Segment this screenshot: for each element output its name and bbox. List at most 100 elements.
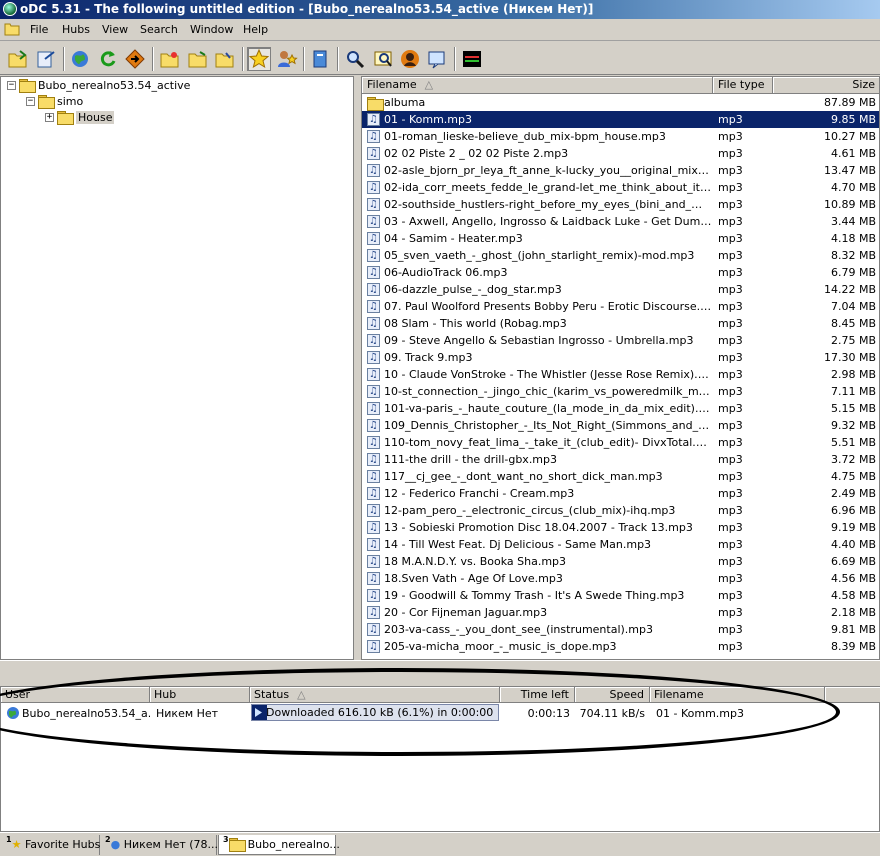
audio-file-icon [367, 587, 380, 604]
column-header-speed[interactable]: Speed [575, 687, 650, 703]
file-list[interactable]: Filename△ File type Size albuma 87.89 MB 0… [361, 76, 880, 660]
file-row[interactable]: 14 - Till West Feat. Dj Delicious - Same… [362, 536, 879, 553]
file-row[interactable]: 01-roman_lieske-believe_dub_mix-bpm_hous… [362, 128, 879, 145]
avatar-icon[interactable] [398, 47, 422, 71]
file-name: 09 - Steve Angello & Sebastian Ingrosso … [384, 334, 694, 347]
transfer-list[interactable]: User Hub Status △ Time left Speed Filenam… [0, 686, 880, 832]
file-row[interactable]: 13 - Sobieski Promotion Disc 18.04.2007 … [362, 519, 879, 536]
file-row[interactable]: 203-va-cass_-_you_dont_see_(instrumental… [362, 621, 879, 638]
file-row[interactable]: 12 - Federico Franchi - Cream.mp3 mp3 2.49… [362, 485, 879, 502]
tab-favorite-hubs[interactable]: 1★ Favorite Hubs [2, 835, 100, 855]
file-row[interactable]: 19 - Goodwill & Tommy Trash - It's A Swe… [362, 587, 879, 604]
file-row[interactable]: 205-va-micha_moor_-_music_is_dope.mp3 mp3… [362, 638, 879, 655]
column-header-filename[interactable]: Filename △ [362, 77, 713, 94]
file-type: mp3 [718, 385, 743, 398]
file-row[interactable]: 110-tom_novy_feat_lima_-_take_it_(club_e… [362, 434, 879, 451]
menu-search[interactable]: Search [140, 23, 178, 36]
file-name: 205-va-micha_moor_-_music_is_dope.mp3 [384, 640, 617, 653]
file-row[interactable]: 18 M.A.N.D.Y. vs. Booka Sha.mp3 mp3 6.69 M… [362, 553, 879, 570]
tree-node-root[interactable]: − Bubo_nerealno53.54_active [7, 77, 190, 93]
spy-icon[interactable] [371, 47, 395, 71]
network-stats-icon[interactable] [460, 47, 484, 71]
audio-file-icon [367, 179, 380, 196]
column-header-size[interactable]: Size [773, 77, 879, 94]
file-name: 10-st_connection_-_jingo_chic_(karim_vs_… [384, 385, 712, 398]
folder-row[interactable]: albuma 87.89 MB [362, 94, 879, 111]
public-hubs-icon[interactable] [68, 47, 92, 71]
favorite-users-icon[interactable] [275, 47, 299, 71]
queue-icon[interactable] [308, 47, 332, 71]
tab-hub[interactable]: 2● Никем Нет (78... [101, 835, 218, 855]
file-row[interactable]: 04 - Samim - Heater.mp3 mp3 4.18 MB [362, 230, 879, 247]
column-header-filetype[interactable]: File type [713, 77, 773, 94]
menu-file[interactable]: File [30, 23, 48, 36]
file-row[interactable]: 02-asle_bjorn_pr_leya_ft_anne_k-lucky_yo… [362, 162, 879, 179]
file-type: mp3 [718, 249, 743, 262]
file-row[interactable]: 03 - Axwell, Angello, Ingrosso & Laidbac… [362, 213, 879, 230]
open-folder-icon[interactable] [158, 47, 182, 71]
file-row[interactable]: 06-dazzle_pulse_-_dog_star.mp3 mp3 14.22 M… [362, 281, 879, 298]
file-type: mp3 [718, 283, 743, 296]
column-header-hub[interactable]: Hub [150, 687, 250, 703]
notepad-icon[interactable] [425, 47, 449, 71]
open-file-list-icon[interactable] [186, 47, 210, 71]
file-row[interactable]: 09 - Steve Angello & Sebastian Ingrosso … [362, 332, 879, 349]
app-icon[interactable] [3, 2, 17, 16]
search-icon[interactable] [343, 47, 367, 71]
file-row[interactable]: 01 - Komm.mp3 mp3 9.85 MB [362, 111, 879, 128]
horizontal-splitter[interactable] [0, 660, 880, 685]
file-type: mp3 [718, 487, 743, 500]
file-row[interactable]: 18.Sven Vath - Age Of Love.mp3 mp3 4.56 MB [362, 570, 879, 587]
menu-help[interactable]: Help [243, 23, 268, 36]
file-row[interactable]: 02-southside_hustlers-right_before_my_ey… [362, 196, 879, 213]
menu-window[interactable]: Window [190, 23, 233, 36]
file-size: 10.27 MB [823, 130, 876, 143]
file-row[interactable]: 10-st_connection_-_jingo_chic_(karim_vs_… [362, 383, 879, 400]
file-row[interactable]: 12-pam_pero_-_electronic_circus_(club_mi… [362, 502, 879, 519]
menu-view[interactable]: View [102, 23, 128, 36]
column-header-status[interactable]: Status △ [250, 687, 500, 703]
transfer-filename: 01 - Komm.mp3 [656, 707, 744, 720]
favorite-hubs-icon[interactable] [247, 47, 271, 71]
file-row[interactable]: 08 Slam - This world (Robag.mp3 mp3 8.45 M… [362, 315, 879, 332]
column-header-transfer-filename[interactable]: Filename [650, 687, 825, 703]
tree-node-simo[interactable]: − simo [26, 93, 83, 109]
file-name: 06-dazzle_pulse_-_dog_star.mp3 [384, 283, 562, 296]
column-header-user[interactable]: User [1, 687, 150, 703]
audio-file-icon [367, 111, 380, 128]
tab-file-list[interactable]: 3 Bubo_nerealno... [218, 835, 340, 855]
child-window-icon[interactable] [4, 22, 20, 36]
file-row[interactable]: 117__cj_gee_-_dont_want_no_short_dick_ma… [362, 468, 879, 485]
directory-tree[interactable]: − Bubo_nerealno53.54_active − simo + Hou… [0, 76, 354, 660]
tree-label-simo[interactable]: simo [57, 95, 83, 108]
file-row[interactable]: 111-the drill - the drill-gbx.mp3 mp3 3.72… [362, 451, 879, 468]
tree-label-house[interactable]: House [76, 110, 115, 124]
expand-icon[interactable]: + [45, 112, 54, 122]
open-own-list-icon[interactable] [213, 47, 237, 71]
file-name: albuma [384, 96, 426, 109]
file-row[interactable]: 10 - Claude VonStroke - The Whistler (Je… [362, 366, 879, 383]
download-arrow-icon [255, 708, 262, 717]
tree-node-house[interactable]: + House [45, 109, 115, 125]
reconnect-icon[interactable] [34, 47, 58, 71]
column-header-time-left[interactable]: Time left [500, 687, 575, 703]
connect-icon[interactable] [6, 47, 30, 71]
file-row[interactable]: 20 - Cor Fijneman Jaguar.mp3 mp3 2.18 MB [362, 604, 879, 621]
tree-label-root[interactable]: Bubo_nerealno53.54_active [38, 79, 190, 92]
follow-redirect-icon[interactable] [123, 47, 147, 71]
refresh-icon[interactable] [96, 47, 120, 71]
audio-file-icon [367, 621, 380, 638]
file-size: 4.58 MB [830, 589, 876, 602]
file-row[interactable]: 02 02 Piste 2 _ 02 02 Piste 2.mp3 mp3 4.61… [362, 145, 879, 162]
file-row[interactable]: 05_sven_vaeth_-_ghost_(john_starlight_re… [362, 247, 879, 264]
file-row[interactable]: 06-AudioTrack 06.mp3 mp3 6.79 MB [362, 264, 879, 281]
menu-hubs[interactable]: Hubs [62, 23, 90, 36]
file-row[interactable]: 09. Track 9.mp3 mp3 17.30 MB [362, 349, 879, 366]
collapse-icon[interactable]: − [7, 80, 16, 90]
file-row[interactable]: 07. Paul Woolford Presents Bobby Peru - … [362, 298, 879, 315]
file-row[interactable]: 101-va-paris_-_haute_couture_(la_mode_in… [362, 400, 879, 417]
file-row[interactable]: 02-ida_corr_meets_fedde_le_grand-let_me_… [362, 179, 879, 196]
file-row[interactable]: 109_Dennis_Christopher_-_Its_Not_Right_(… [362, 417, 879, 434]
collapse-icon[interactable]: − [26, 96, 35, 106]
title-bar[interactable]: oDC 5.31 - The following untitled editio… [0, 0, 880, 19]
